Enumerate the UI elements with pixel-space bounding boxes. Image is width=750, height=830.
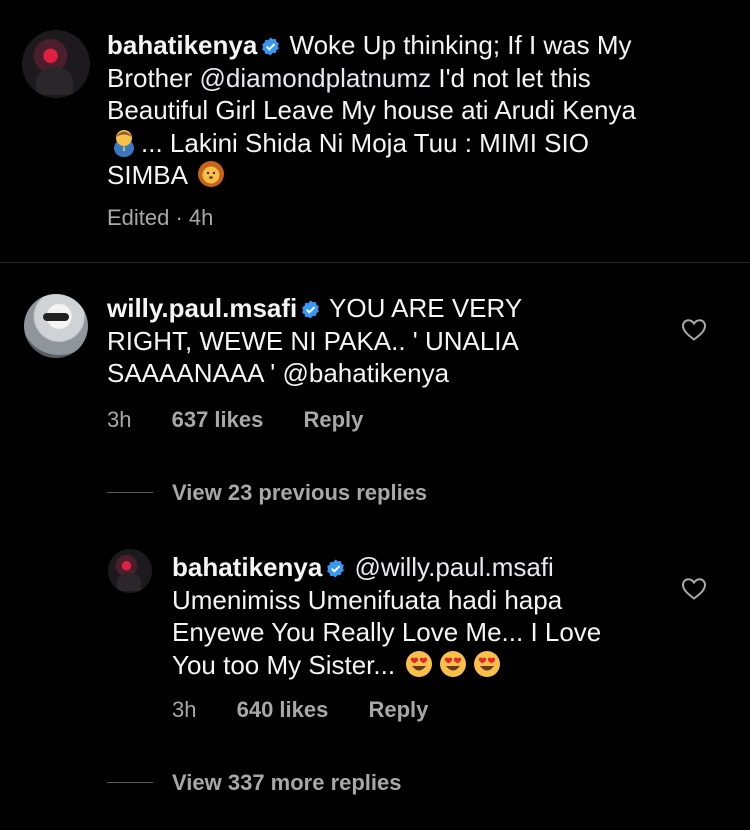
comment-reply-button[interactable]: Reply	[303, 407, 363, 432]
reply-line4: You too My Sister...	[172, 649, 396, 680]
comment-line1: YOU ARE VERY	[329, 293, 523, 323]
reply-line3: Enyewe You Really Love Me... I Love	[172, 617, 602, 647]
comment-line3: SAAAANAAA ' @bahatikenya	[107, 358, 450, 388]
heart-outline-icon[interactable]	[681, 318, 707, 342]
praying-person-emoji	[114, 129, 134, 157]
caption-line2a: Brother	[107, 62, 200, 93]
view-replies-line	[107, 782, 153, 783]
comment-likes[interactable]: 637 likes	[172, 407, 264, 432]
reply-username[interactable]: bahatikenya	[172, 552, 322, 582]
heart-eyes-emoji	[440, 650, 467, 677]
caption-line4: ... Lakini Shida Ni Moja Tuu : MIMI SIO	[141, 127, 589, 158]
comment-text: willy.paul.msafi YOU ARE VERY RIGHT, WEW…	[107, 292, 647, 390]
caption-line5: SIMBA	[107, 160, 187, 190]
reply-meta: 3h 640 likes Reply	[172, 697, 462, 723]
view-more-replies[interactable]: View 337 more replies	[172, 770, 402, 796]
reply-likes[interactable]: 640 likes	[237, 697, 329, 722]
mention-link[interactable]: @willy.paul.msafi	[355, 552, 554, 582]
comment-line2: RIGHT, WEWE NI PAKA.. ' UNALIA	[107, 325, 519, 356]
caption-line1: Woke Up thinking; If I was My	[289, 30, 632, 60]
verified-badge-icon	[327, 559, 345, 578]
reply-avatar[interactable]	[108, 549, 152, 593]
verified-badge-icon	[302, 300, 320, 319]
caption-text: bahatikenya Woke Up thinking; If I was M…	[107, 29, 727, 192]
mention-link[interactable]: @diamondplatnumz	[200, 63, 432, 93]
heart-eyes-emoji	[406, 650, 433, 677]
heart-eyes-emoji	[474, 650, 501, 677]
verified-badge-icon	[262, 37, 280, 56]
caption-username[interactable]: bahatikenya	[107, 30, 257, 60]
heart-outline-icon[interactable]	[681, 577, 707, 601]
view-replies-line	[107, 492, 153, 493]
reply-text: bahatikenya @willy.paul.msafi Umenimiss …	[172, 551, 652, 681]
reply-reply-button[interactable]: Reply	[368, 697, 428, 722]
reply-line2: Umenimiss Umenifuata hadi hapa	[172, 584, 563, 615]
comment-meta: 3h 637 likes Reply	[107, 407, 397, 433]
view-previous-replies[interactable]: View 23 previous replies	[172, 480, 427, 506]
comment-avatar[interactable]	[24, 294, 88, 358]
reply-time: 3h	[172, 697, 197, 722]
divider	[0, 262, 750, 263]
caption-avatar[interactable]	[22, 30, 90, 98]
lion-emoji	[197, 161, 224, 187]
caption-line2b: I'd not let this	[431, 62, 591, 93]
comment-username[interactable]: willy.paul.msafi	[107, 293, 297, 323]
comment-time: 3h	[107, 407, 132, 432]
caption-meta: Edited · 4h	[107, 205, 214, 230]
caption-line3: Beautiful Girl Leave My house ati Arudi …	[107, 95, 636, 125]
